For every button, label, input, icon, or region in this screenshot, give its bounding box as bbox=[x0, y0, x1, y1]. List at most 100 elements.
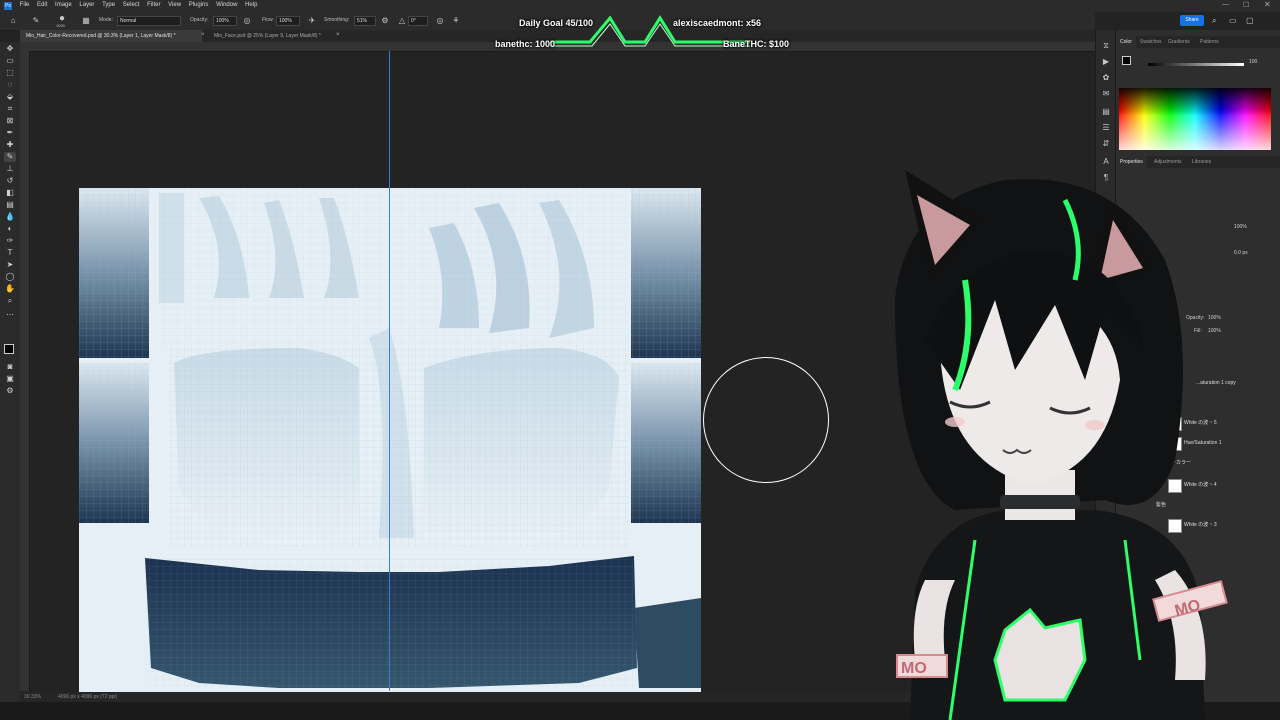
maximize-icon[interactable]: ☐ bbox=[1243, 1, 1249, 9]
object-select-tool-icon[interactable]: ⬙ bbox=[4, 92, 16, 102]
gradient-tool-icon[interactable]: ▤ bbox=[4, 200, 16, 210]
move-tool-icon[interactable]: ✥ bbox=[4, 44, 16, 54]
document-canvas[interactable] bbox=[79, 188, 701, 692]
workspace-icon[interactable]: ▭ bbox=[1229, 16, 1237, 25]
menu-window[interactable]: Window bbox=[213, 0, 240, 10]
zoom-tool-icon[interactable]: ⌕ bbox=[4, 296, 16, 306]
overlay-right-stat: BaneTHC: $100 bbox=[723, 39, 790, 49]
tools-panel: ✥ ▭ ⬚ ◌ ⬙ ⌗ ⊠ ✒ ✚ ✎ ⊥ ↺ ◧ ▤ 💧 ◐ ✑ T ➤ ◯ … bbox=[0, 42, 21, 702]
search-icon[interactable]: ⌕ bbox=[1212, 16, 1216, 26]
brush-settings-icon[interactable]: ▦ bbox=[82, 17, 90, 25]
vtuber-avatar: MO MO bbox=[895, 170, 1228, 720]
feather-value[interactable]: 0.0 px bbox=[1234, 250, 1248, 256]
angle-icon[interactable]: △ bbox=[398, 17, 406, 25]
brightness-value[interactable]: 100 bbox=[1249, 59, 1257, 65]
screen-mode-icon[interactable]: ▣ bbox=[4, 374, 16, 384]
symmetry-icon[interactable]: ⚘ bbox=[452, 17, 460, 25]
pen-tool-icon[interactable]: ✑ bbox=[4, 236, 16, 246]
density-value[interactable]: 100% bbox=[1234, 224, 1247, 230]
brushes-icon[interactable]: ▤ bbox=[1102, 108, 1110, 116]
stamp-tool-icon[interactable]: ⊥ bbox=[4, 164, 16, 174]
fg-swatch[interactable] bbox=[1122, 56, 1131, 65]
type-tool-icon[interactable]: T bbox=[4, 248, 16, 258]
menu-help[interactable]: Help bbox=[242, 0, 260, 10]
mode-select[interactable]: Normal bbox=[117, 16, 181, 26]
flow-input[interactable]: 100% bbox=[276, 16, 300, 26]
tab-swatches[interactable]: Swatches bbox=[1136, 36, 1166, 48]
vertical-ruler bbox=[20, 51, 30, 691]
tab-mio-face[interactable]: Mio_Face.psd @ 25% (Layer 9, Layer Mask/… bbox=[208, 30, 327, 42]
brush-tool-icon[interactable]: ✎ bbox=[4, 152, 16, 162]
tab-close-icon[interactable]: × bbox=[201, 32, 205, 38]
brush-tool-icon[interactable]: ✎ bbox=[32, 17, 40, 25]
marquee-tool-icon[interactable]: ⬚ bbox=[4, 68, 16, 78]
brush-preset-icon[interactable]: ● bbox=[58, 14, 66, 24]
tab-color[interactable]: Color bbox=[1116, 36, 1136, 48]
tab-close-icon[interactable]: × bbox=[336, 32, 340, 38]
path-select-tool-icon[interactable]: ➤ bbox=[4, 260, 16, 270]
brush-size-value: 1000 bbox=[56, 23, 65, 28]
tab-patterns[interactable]: Patterns bbox=[1196, 36, 1223, 48]
menu-select[interactable]: Select bbox=[120, 0, 143, 10]
menu-type[interactable]: Type bbox=[99, 0, 118, 10]
menu-image[interactable]: Image bbox=[52, 0, 75, 10]
opacity-label: Opacity: bbox=[190, 17, 209, 23]
brush-cursor bbox=[703, 357, 829, 483]
quick-mask-icon[interactable]: ◙ bbox=[4, 362, 16, 372]
color-panel-tabs: Color Swatches Gradients Patterns bbox=[1116, 36, 1280, 48]
comments-icon[interactable]: ✉ bbox=[1102, 90, 1110, 98]
mode-label: Mode: bbox=[99, 17, 113, 23]
hair-uv-texture bbox=[79, 188, 701, 692]
smoothing-settings-icon[interactable]: ⚙ bbox=[381, 17, 389, 25]
menu-filter[interactable]: Filter bbox=[144, 0, 163, 10]
lasso-tool-icon[interactable]: ◌ bbox=[4, 80, 16, 90]
history-brush-icon[interactable]: ↺ bbox=[4, 176, 16, 186]
frame-tool-icon[interactable]: ⊠ bbox=[4, 116, 16, 126]
crop-tool-icon[interactable]: ⌗ bbox=[4, 104, 16, 114]
smoothing-label: Smoothing: bbox=[324, 17, 350, 23]
airbrush-icon[interactable]: ✈ bbox=[308, 17, 316, 25]
properties-icon[interactable]: ☰ bbox=[1102, 124, 1110, 132]
menu-plugins[interactable]: Plugins bbox=[186, 0, 212, 10]
vertical-guide-line[interactable] bbox=[389, 51, 390, 691]
artboard-tool-icon[interactable]: ▭ bbox=[4, 56, 16, 66]
share-button[interactable]: Share bbox=[1180, 15, 1204, 26]
overlay-left-stat: banethc: 1000 bbox=[495, 39, 556, 49]
angle-input[interactable]: 0° bbox=[408, 16, 428, 26]
menu-view[interactable]: View bbox=[165, 0, 184, 10]
arrange-icon[interactable]: ▢ bbox=[1246, 16, 1254, 25]
flow-label: Flow: bbox=[262, 17, 274, 23]
actions-icon[interactable]: ▶ bbox=[1102, 58, 1110, 66]
dodge-tool-icon[interactable]: ◐ bbox=[4, 224, 16, 234]
navigator-icon[interactable]: ✿ bbox=[1102, 74, 1110, 82]
close-icon[interactable]: ✕ bbox=[1264, 0, 1271, 9]
eraser-tool-icon[interactable]: ◧ bbox=[4, 188, 16, 198]
zoom-level[interactable]: 30.33% bbox=[24, 694, 41, 700]
home-icon[interactable]: ⌂ bbox=[9, 17, 17, 25]
menu-edit[interactable]: Edit bbox=[34, 0, 50, 10]
overlay-green-zigzag bbox=[550, 15, 750, 47]
more-tools-icon[interactable]: ⋯ bbox=[4, 310, 16, 320]
menu-file[interactable]: File bbox=[17, 0, 33, 10]
tab-mio-hair[interactable]: Mio_Hair_Color-Recovered.psd @ 30.3% (La… bbox=[20, 30, 202, 42]
minimize-icon[interactable]: — bbox=[1222, 1, 1229, 8]
photoshop-logo-icon[interactable]: Ps bbox=[4, 2, 12, 10]
pressure-size-icon[interactable]: ◎ bbox=[436, 17, 444, 25]
pressure-opacity-icon[interactable]: ◎ bbox=[243, 17, 251, 25]
brightness-slider[interactable] bbox=[1148, 63, 1244, 66]
document-info[interactable]: 4096 px x 4096 px (72 ppi) bbox=[58, 694, 117, 700]
armband-left-text: MO bbox=[901, 660, 927, 677]
healing-tool-icon[interactable]: ✚ bbox=[4, 140, 16, 150]
smoothing-input[interactable]: 51% bbox=[354, 16, 376, 26]
shape-tool-icon[interactable]: ◯ bbox=[4, 272, 16, 282]
blur-tool-icon[interactable]: 💧 bbox=[4, 212, 16, 222]
foreground-color-swatch[interactable] bbox=[4, 344, 14, 354]
opacity-input[interactable]: 100% bbox=[213, 16, 237, 26]
eyedropper-tool-icon[interactable]: ✒ bbox=[4, 128, 16, 138]
history-icon[interactable]: ⧖ bbox=[1102, 42, 1110, 50]
menu-layer[interactable]: Layer bbox=[76, 0, 97, 10]
overlay-daily-goal: Daily Goal 45/100 bbox=[519, 18, 594, 28]
edit-toolbar-icon[interactable]: ⚙ bbox=[4, 386, 16, 396]
hand-tool-icon[interactable]: ✋ bbox=[4, 284, 16, 294]
tab-gradients[interactable]: Gradients bbox=[1164, 36, 1194, 48]
